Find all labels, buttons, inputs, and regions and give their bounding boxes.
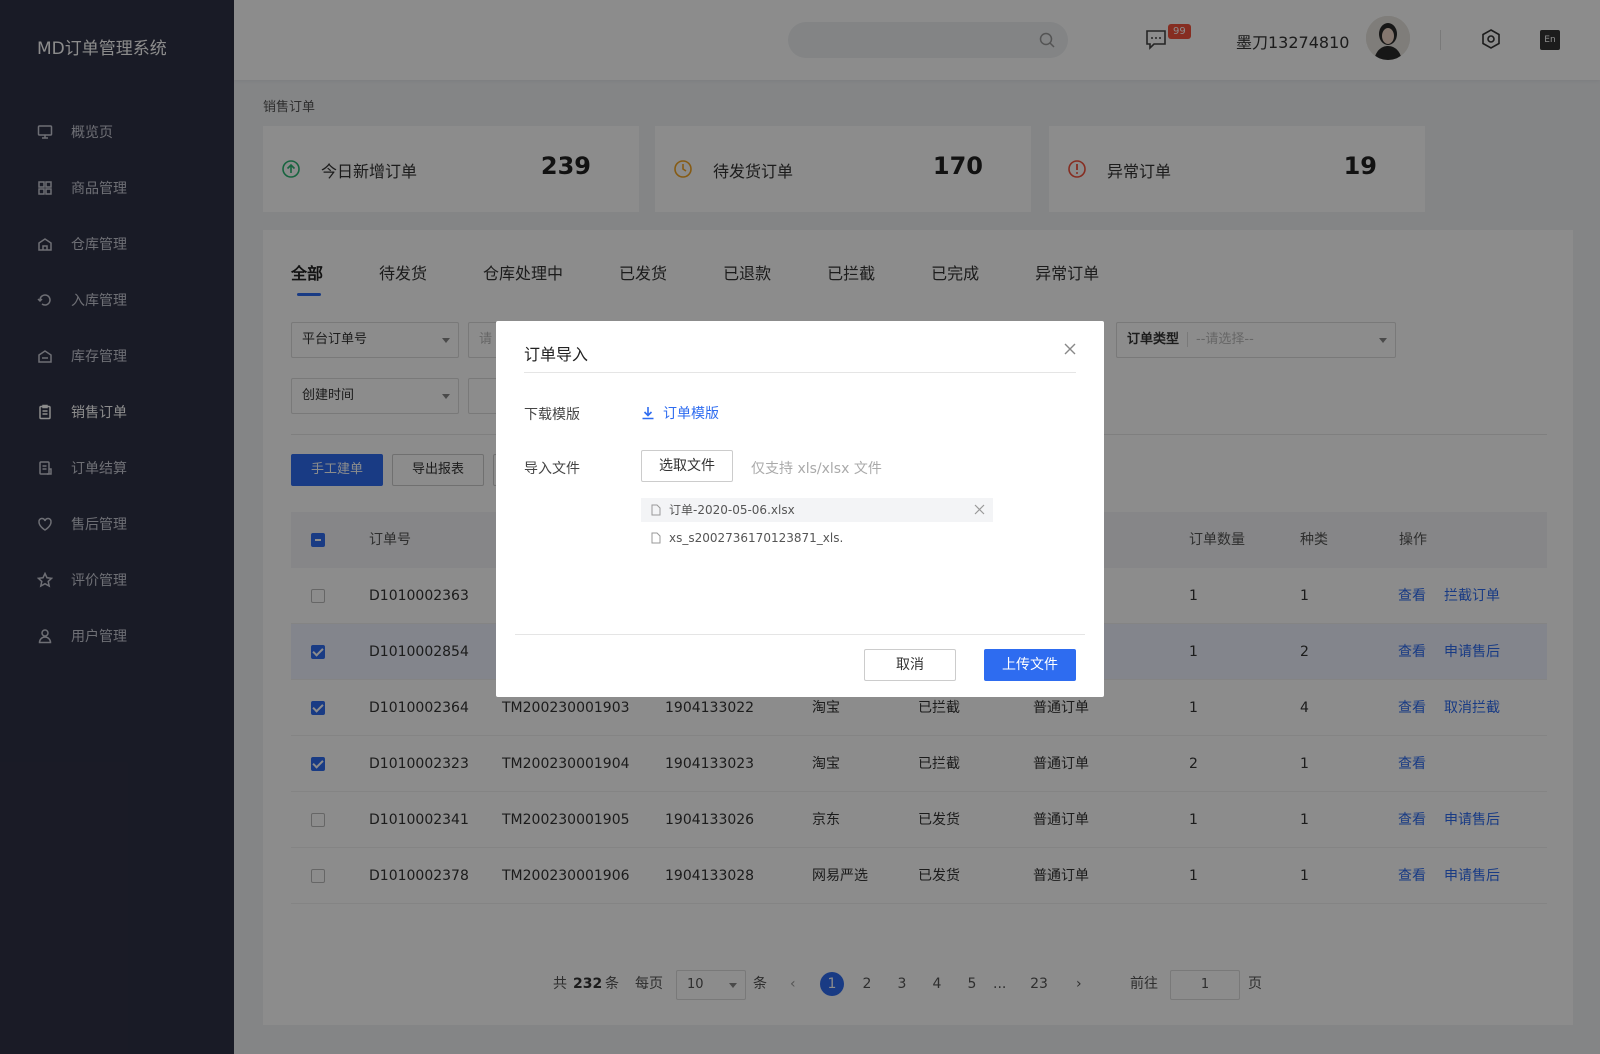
import-modal: 订单导入 下载模版 订单模版 导入文件 选取文件 仅支持 xls/xlsx 文件… xyxy=(496,321,1104,697)
cancel-button[interactable]: 取消 xyxy=(864,649,956,681)
file-type-hint: 仅支持 xls/xlsx 文件 xyxy=(751,461,882,477)
select-file-button[interactable]: 选取文件 xyxy=(641,450,733,482)
file-name: xs_s2002736170123871_xls. xyxy=(669,531,844,545)
download-template-link[interactable]: 订单模版 xyxy=(641,403,719,423)
file-item[interactable]: xs_s2002736170123871_xls. xyxy=(641,526,993,550)
download-link-text: 订单模版 xyxy=(663,406,719,422)
modal-footer-divider xyxy=(515,634,1085,635)
file-item[interactable]: 订单-2020-05-06.xlsx xyxy=(641,498,993,522)
close-icon[interactable] xyxy=(1062,341,1078,357)
import-file-label: 导入文件 xyxy=(524,461,580,477)
download-template-label: 下载模版 xyxy=(524,407,580,423)
modal-divider xyxy=(524,372,1076,373)
file-icon xyxy=(651,532,661,544)
close-icon[interactable] xyxy=(974,504,985,515)
file-name: 订单-2020-05-06.xlsx xyxy=(669,503,795,517)
file-icon xyxy=(651,504,661,516)
upload-button[interactable]: 上传文件 xyxy=(984,649,1076,681)
download-icon xyxy=(642,407,654,420)
modal-title: 订单导入 xyxy=(524,345,589,364)
